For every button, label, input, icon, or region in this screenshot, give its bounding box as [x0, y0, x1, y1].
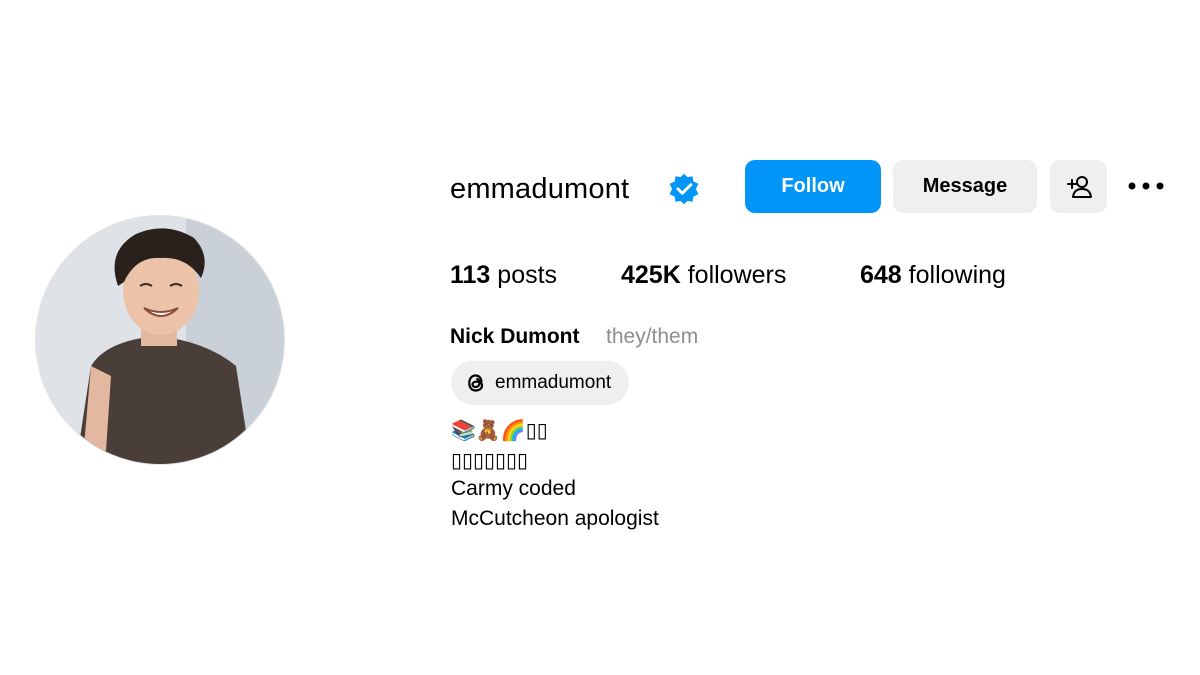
username: emmadumont — [450, 173, 630, 205]
bio-line-text: McCutcheon apologist — [451, 507, 659, 530]
threads-icon — [468, 374, 484, 392]
verified-badge-icon — [669, 173, 699, 205]
threads-link[interactable]: emmadumont — [451, 361, 629, 405]
posts-stat: 113 posts — [450, 258, 557, 292]
add-user-icon — [1066, 175, 1092, 198]
follow-button[interactable]: Follow — [745, 160, 881, 213]
more-options-button[interactable] — [1122, 166, 1170, 206]
followers-label: followers — [687, 261, 787, 289]
more-options-icon — [1128, 182, 1164, 190]
full-name: Nick Dumont — [450, 325, 580, 348]
message-button[interactable]: Message — [893, 160, 1037, 213]
posts-label: posts — [497, 261, 558, 289]
bio-line-symbols: ▯▯▯▯▯▯▯ — [451, 448, 529, 472]
pronouns: they/them — [606, 325, 699, 348]
following-label: following — [908, 261, 1006, 289]
bio-line-emojis: 📚🧸🌈▯▯ — [451, 418, 548, 442]
bio-line-text: Carmy coded — [451, 477, 576, 500]
followers-stat[interactable]: 425K followers — [621, 258, 786, 292]
threads-handle: emmadumont — [495, 372, 612, 393]
avatar-photo — [36, 216, 284, 464]
followers-count: 425K — [621, 261, 681, 289]
suggested-users-button[interactable] — [1050, 160, 1107, 213]
posts-count: 113 — [450, 261, 491, 289]
following-stat[interactable]: 648 following — [860, 258, 1006, 292]
profile-avatar[interactable] — [36, 216, 284, 464]
following-count: 648 — [860, 261, 902, 289]
